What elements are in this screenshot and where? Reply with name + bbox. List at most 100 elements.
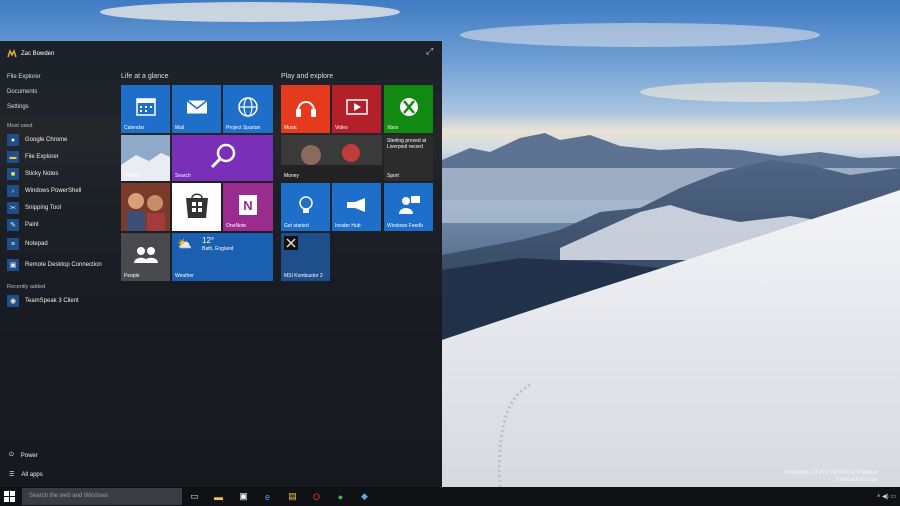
tile-label: Insider Hub [335,223,361,229]
app-label: Google Chrome [25,137,68,143]
chevron-up-icon[interactable]: ˄ [877,494,881,500]
place-file-explorer[interactable]: File Explorer [7,74,41,80]
teamspeak-icon: ◉ [7,295,19,307]
app-item-sticky-notes[interactable]: ■ Sticky Notes [7,168,58,180]
app-item-snipping-tool[interactable]: ✂ Snipping Tool [7,202,61,214]
tile-windows-feedback[interactable]: Windows Feedb [384,183,433,231]
tile-label: Money [284,173,300,179]
paint-icon[interactable]: ▤ [287,491,298,502]
ie-icon[interactable]: e [262,491,273,502]
search-icon [210,143,235,168]
weather-temperature: 12° [202,236,215,245]
list-icon: ☰ [9,472,15,478]
tile-video[interactable]: Video [332,85,381,133]
start-menu: Zac Bowden ⤢ File Explorer Documents Set… [0,41,442,487]
app-item-remote-desktop[interactable]: ▣ Remote Desktop Connection [7,259,102,271]
powershell-icon: › [7,185,19,197]
volume-icon[interactable]: ◀) [882,494,889,500]
tile-label: People [124,273,140,279]
tile-calendar[interactable]: Calendar [121,85,170,133]
cloud-sun-icon: ⛅ [177,237,192,251]
sport-headline: Sterling proved at Liverpool record [387,138,427,150]
tile-search[interactable]: Search [172,135,273,181]
system-tray[interactable]: ˄ ◀) ▭ [877,493,896,500]
tile-insider-hub[interactable]: Insider Hub [332,183,381,231]
tile-project-spartan[interactable]: Project Spartan [223,85,273,133]
recently-added-heading: Recently added [7,284,46,290]
folder-icon: ▬ [7,151,19,163]
chrome-icon[interactable]: ● [335,491,346,502]
store-icon[interactable]: ▣ [238,491,249,502]
expand-icon[interactable]: ⤢ [426,46,433,57]
tile-label: OneNote [226,223,247,229]
tile-label: Sport [387,173,399,179]
user-name: Zac Bowden [21,51,55,57]
notification-icon[interactable]: ▭ [890,494,896,500]
remote-desktop-icon: ▣ [7,259,19,271]
taskbar: Search the web and Windows ▭ ▬ ▣ e ▤ O ●… [0,487,900,506]
kombustor-icon [284,236,298,250]
lightbulb-icon [298,195,313,213]
headphones-icon [295,100,316,117]
tile-people-photo[interactable] [121,183,170,231]
start-button[interactable] [4,491,15,502]
group-title-life: Life at a glance [121,73,169,80]
chrome-icon: ● [7,134,19,146]
place-documents[interactable]: Documents [7,89,37,95]
avatar [7,49,17,59]
tile-msi-kombustor[interactable]: MSI Kombustor 3 [281,233,330,281]
all-apps-button[interactable]: ☰ All apps [9,471,43,479]
app-item-notepad[interactable]: ≡ Notepad [7,238,48,250]
place-settings[interactable]: Settings [7,104,29,110]
power-button[interactable]: ⏻ Power [9,452,38,459]
app-label: Windows PowerShell [25,188,82,194]
tile-weather[interactable]: ⛅ 12° Bath, England Weather [172,233,273,281]
most-used-heading: Most used [7,123,33,129]
file-explorer-icon[interactable]: ▬ [213,491,224,502]
tile-mail[interactable]: Mail [172,85,221,133]
app-item-teamspeak[interactable]: ◉ TeamSpeak 3 Client [7,295,79,307]
tile-sport[interactable]: Sterling proved at Liverpool record Spor… [384,135,433,181]
scissors-icon: ✂ [7,202,19,214]
tile-store[interactable] [172,183,221,231]
people-icon [133,246,158,263]
user-account[interactable]: Zac Bowden [7,49,54,59]
tile-photos[interactable]: Photos [121,135,170,181]
opera-icon[interactable]: O [311,491,322,502]
app-label: Remote Desktop Connection [25,262,102,268]
app-item-file-explorer[interactable]: ▬ File Explorer [7,151,59,163]
tile-label: Xbox [387,125,399,131]
app-label: Snipping Tool [25,205,61,211]
tile-label: MSI Kombustor 3 [284,273,323,279]
tile-money[interactable]: Money [281,135,382,181]
app-label: File Explorer [25,154,59,160]
task-view-icon[interactable]: ▭ [189,491,200,502]
megaphone-icon [346,197,365,212]
os-watermark: Windows 10 Pro Technical Preview Evaluat… [785,470,878,484]
app-item-paint[interactable]: ✎ Paint [7,219,39,231]
app-item-google-chrome[interactable]: ● Google Chrome [7,134,67,146]
weather-location: Bath, England [202,246,234,252]
tile-music[interactable]: Music [281,85,330,133]
people-photo [121,183,170,231]
tile-label: Project Spartan [226,125,261,131]
tile-label: Get started [284,223,309,229]
feedback-icon [398,195,420,214]
power-icon: ⏻ [9,452,14,458]
all-apps-label: All apps [21,471,43,478]
paint-icon: ✎ [7,219,19,231]
app-item-windows-powershell[interactable]: › Windows PowerShell [7,185,81,197]
app-label: Notepad [25,241,48,247]
tile-xbox[interactable]: Xbox [384,85,433,133]
app-label: Paint [25,222,39,228]
app-label: TeamSpeak 3 Client [25,298,79,304]
onenote-icon: N [239,194,257,215]
tile-people[interactable]: People [121,233,170,281]
tile-label: Photos [124,173,140,179]
tile-get-started[interactable]: Get started [281,183,330,231]
taskbar-search-box[interactable]: Search the web and Windows [22,488,182,505]
globe-icon [238,96,258,117]
tile-onenote[interactable]: N OneNote [223,183,273,231]
video-icon [345,98,368,115]
steam-icon[interactable]: ◆ [359,491,370,502]
